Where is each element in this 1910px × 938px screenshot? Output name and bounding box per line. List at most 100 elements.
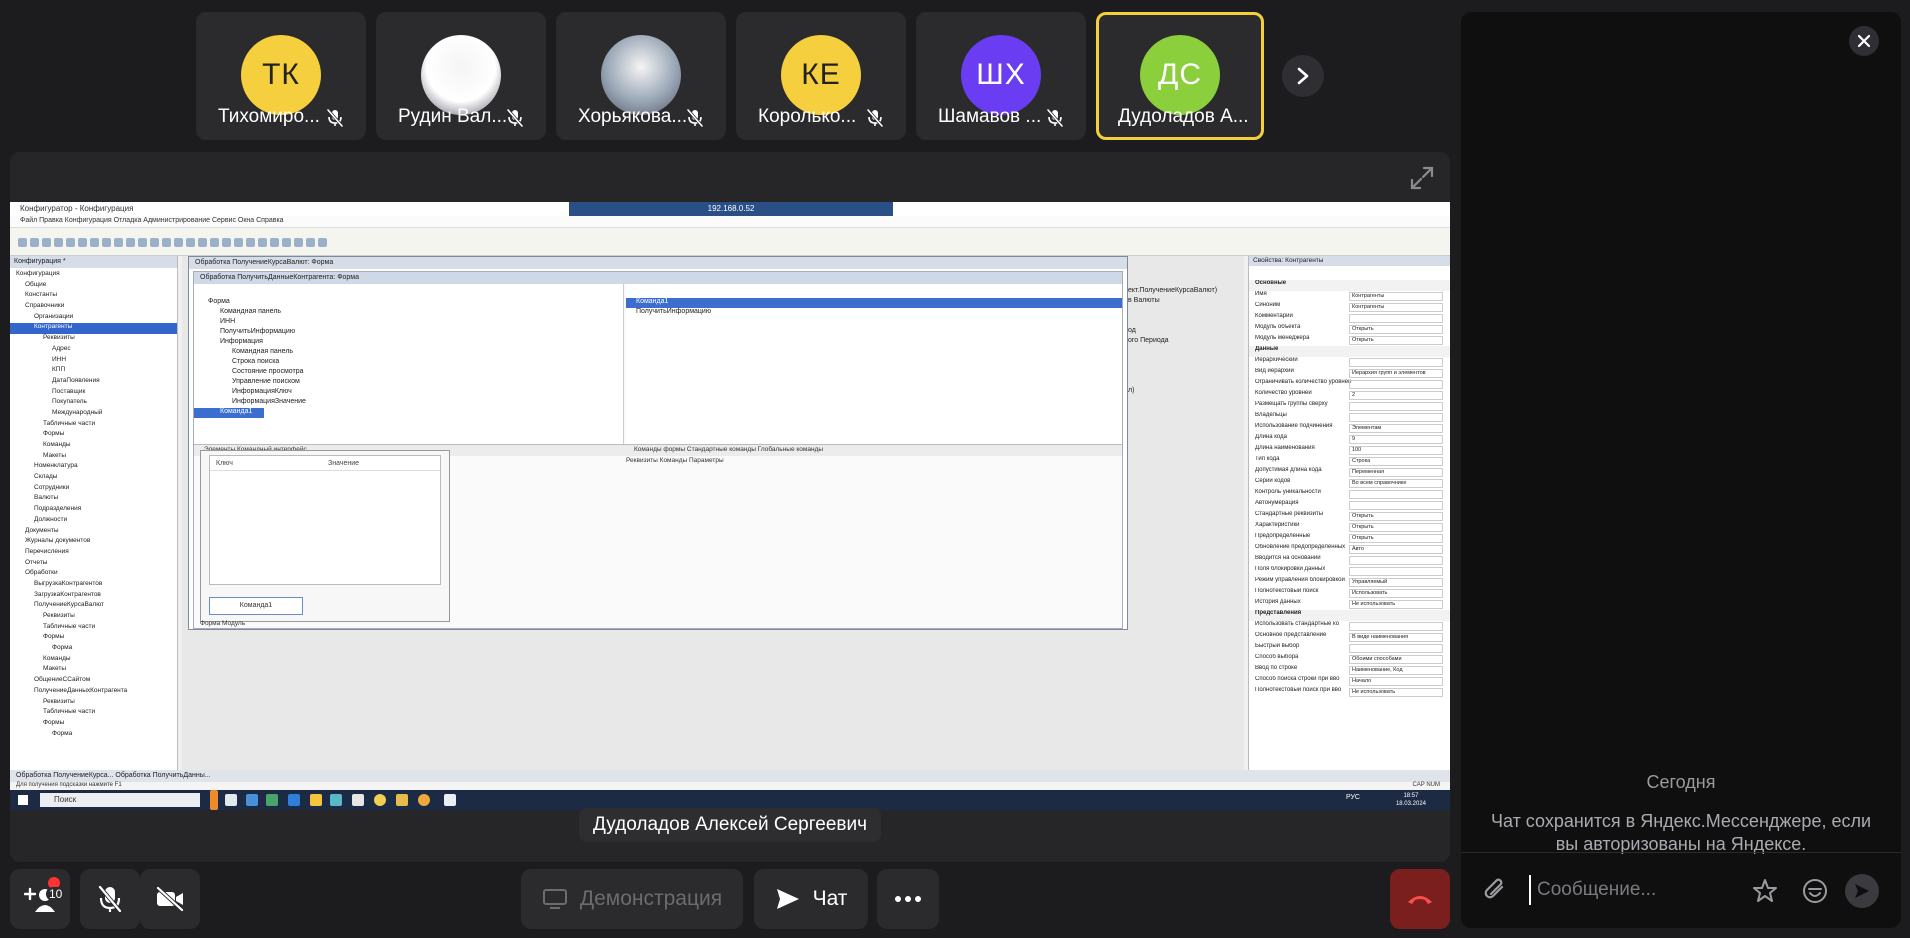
- property-value[interactable]: [1349, 358, 1443, 367]
- config-tree-item[interactable]: ЗагрузкаКонтрагентов: [10, 591, 177, 602]
- config-tree-item[interactable]: Справочники: [10, 302, 177, 313]
- form-element-item[interactable]: ИНН: [194, 318, 623, 328]
- config-tree-item[interactable]: Обработки: [10, 569, 177, 580]
- screen-share-button[interactable]: Демонстрация: [521, 869, 743, 929]
- config-tree-item[interactable]: Реквизиты: [10, 612, 177, 623]
- property-value[interactable]: 9: [1349, 435, 1443, 444]
- config-tree-item[interactable]: Сотрудники: [10, 484, 177, 495]
- config-tree-item[interactable]: Форма: [10, 730, 177, 741]
- chat-button[interactable]: Чат: [754, 869, 868, 929]
- config-tree-item[interactable]: Реквизиты: [10, 698, 177, 709]
- property-value[interactable]: Не использовать: [1349, 688, 1443, 697]
- form-element-item[interactable]: ПолучитьИнформацию: [194, 328, 623, 338]
- send-button[interactable]: [1845, 874, 1879, 908]
- preview-command-button[interactable]: Команда1: [209, 597, 303, 615]
- participant-tile[interactable]: ШХ Шамавов ...: [916, 12, 1086, 140]
- add-participant-button[interactable]: 10: [10, 869, 70, 929]
- form-element-item[interactable]: Команда1: [194, 408, 264, 418]
- property-value[interactable]: [1349, 402, 1443, 411]
- property-value[interactable]: 100: [1349, 446, 1443, 455]
- next-participants-button[interactable]: [1282, 55, 1324, 97]
- form-element-item[interactable]: Командная панель: [194, 348, 623, 358]
- attributes-tab-strip[interactable]: Реквизиты Команды Параметры: [626, 457, 724, 464]
- property-value[interactable]: Открыть: [1349, 523, 1443, 532]
- property-value[interactable]: [1349, 501, 1443, 510]
- config-tree-item[interactable]: Поставщик: [10, 388, 177, 399]
- more-options-button[interactable]: [877, 869, 939, 929]
- config-tree-item[interactable]: Команды: [10, 441, 177, 452]
- config-tree-item[interactable]: ДатаПоявления: [10, 377, 177, 388]
- config-tree-item[interactable]: ВыгрузкаКонтрагентов: [10, 580, 177, 591]
- participant-tile[interactable]: ДС Дудоладов А...: [1096, 12, 1264, 140]
- config-tree-item[interactable]: ИНН: [10, 356, 177, 367]
- commands-tab-strip[interactable]: Команды формы Стандартные команды Глобал…: [634, 446, 823, 453]
- config-tree-item[interactable]: Документы: [10, 527, 177, 538]
- close-chat-button[interactable]: [1849, 26, 1879, 56]
- expand-icon[interactable]: [1408, 164, 1436, 192]
- config-tree-item[interactable]: ОбщениеССайтом: [10, 676, 177, 687]
- config-tree-item[interactable]: Организации: [10, 313, 177, 324]
- form-element-item[interactable]: Состояние просмотра: [194, 368, 623, 378]
- property-value[interactable]: Открыть: [1349, 336, 1443, 345]
- participant-tile[interactable]: Рудин Вал...: [376, 12, 546, 140]
- property-value[interactable]: Переменная: [1349, 468, 1443, 477]
- form-element-item[interactable]: ИнформацияКлюч: [194, 388, 623, 398]
- property-value[interactable]: Не использовать: [1349, 600, 1443, 609]
- config-tree-item[interactable]: Табличные части: [10, 708, 177, 719]
- config-tree-item[interactable]: Макеты: [10, 452, 177, 463]
- config-tree-item[interactable]: Табличные части: [10, 623, 177, 634]
- property-value[interactable]: Обоими способами: [1349, 655, 1443, 664]
- property-value[interactable]: Во всем справочнике: [1349, 479, 1443, 488]
- form-element-item[interactable]: Управление поиском: [194, 378, 623, 388]
- config-tree-item[interactable]: Журналы документов: [10, 537, 177, 548]
- property-value[interactable]: Контрагенты: [1349, 292, 1443, 301]
- property-value[interactable]: Открыть: [1349, 512, 1443, 521]
- property-value[interactable]: Авто: [1349, 545, 1443, 554]
- camera-toggle-button[interactable]: [140, 869, 200, 929]
- config-tree-item[interactable]: Валюты: [10, 494, 177, 505]
- config-tree-item[interactable]: КПП: [10, 366, 177, 377]
- property-value[interactable]: Элементам: [1349, 424, 1443, 433]
- star-icon[interactable]: [1751, 877, 1779, 905]
- config-tree-item[interactable]: Адрес: [10, 345, 177, 356]
- config-tree-item[interactable]: Контрагенты: [10, 323, 177, 335]
- config-tree-item[interactable]: Отчеты: [10, 559, 177, 570]
- property-value[interactable]: В виде наименования: [1349, 633, 1443, 642]
- config-tree-item[interactable]: Склады: [10, 473, 177, 484]
- config-tree-item[interactable]: Константы: [10, 291, 177, 302]
- config-tree-item[interactable]: Табличные части: [10, 420, 177, 431]
- config-tree-item[interactable]: Конфигурация: [10, 270, 177, 281]
- property-value[interactable]: Иерархия групп и элементов: [1349, 369, 1443, 378]
- microphone-toggle-button[interactable]: [80, 869, 140, 929]
- config-tree-item[interactable]: Покупатель: [10, 398, 177, 409]
- property-value[interactable]: Открыть: [1349, 325, 1443, 334]
- property-value[interactable]: Использовать: [1349, 589, 1443, 598]
- attach-icon[interactable]: [1483, 877, 1509, 905]
- participant-tile[interactable]: ТК Тихомиро...: [196, 12, 366, 140]
- property-value[interactable]: 2: [1349, 391, 1443, 400]
- property-value[interactable]: Открыть: [1349, 534, 1443, 543]
- property-value[interactable]: [1349, 314, 1443, 323]
- property-value[interactable]: Наименование, Код: [1349, 666, 1443, 675]
- participant-tile[interactable]: КЕ Королько...: [736, 12, 906, 140]
- config-tree-item[interactable]: ПолучениеКурсаВалют: [10, 601, 177, 612]
- config-tree-item[interactable]: Формы: [10, 430, 177, 441]
- property-value[interactable]: Строка: [1349, 457, 1443, 466]
- config-tree-item[interactable]: Макеты: [10, 665, 177, 676]
- config-tree-item[interactable]: Должности: [10, 516, 177, 527]
- form-element-item[interactable]: Строка поиска: [194, 358, 623, 368]
- participant-tile[interactable]: Хорьякова...: [556, 12, 726, 140]
- property-value[interactable]: Начало: [1349, 677, 1443, 686]
- form-element-item[interactable]: Информация: [194, 338, 623, 348]
- config-tree-item[interactable]: Формы: [10, 633, 177, 644]
- property-value[interactable]: [1349, 644, 1443, 653]
- property-value[interactable]: [1349, 567, 1443, 576]
- form-command-item[interactable]: Команда1: [626, 298, 1122, 308]
- config-tree-item[interactable]: Подразделения: [10, 505, 177, 516]
- preview-tabs[interactable]: Форма Модуль: [200, 620, 245, 627]
- form-command-item[interactable]: ПолучитьИнформацию: [626, 308, 1122, 318]
- property-value[interactable]: Контрагенты: [1349, 303, 1443, 312]
- config-tree-item[interactable]: Номенклатура: [10, 462, 177, 473]
- config-tree-item[interactable]: Международный: [10, 409, 177, 420]
- property-value[interactable]: [1349, 380, 1443, 389]
